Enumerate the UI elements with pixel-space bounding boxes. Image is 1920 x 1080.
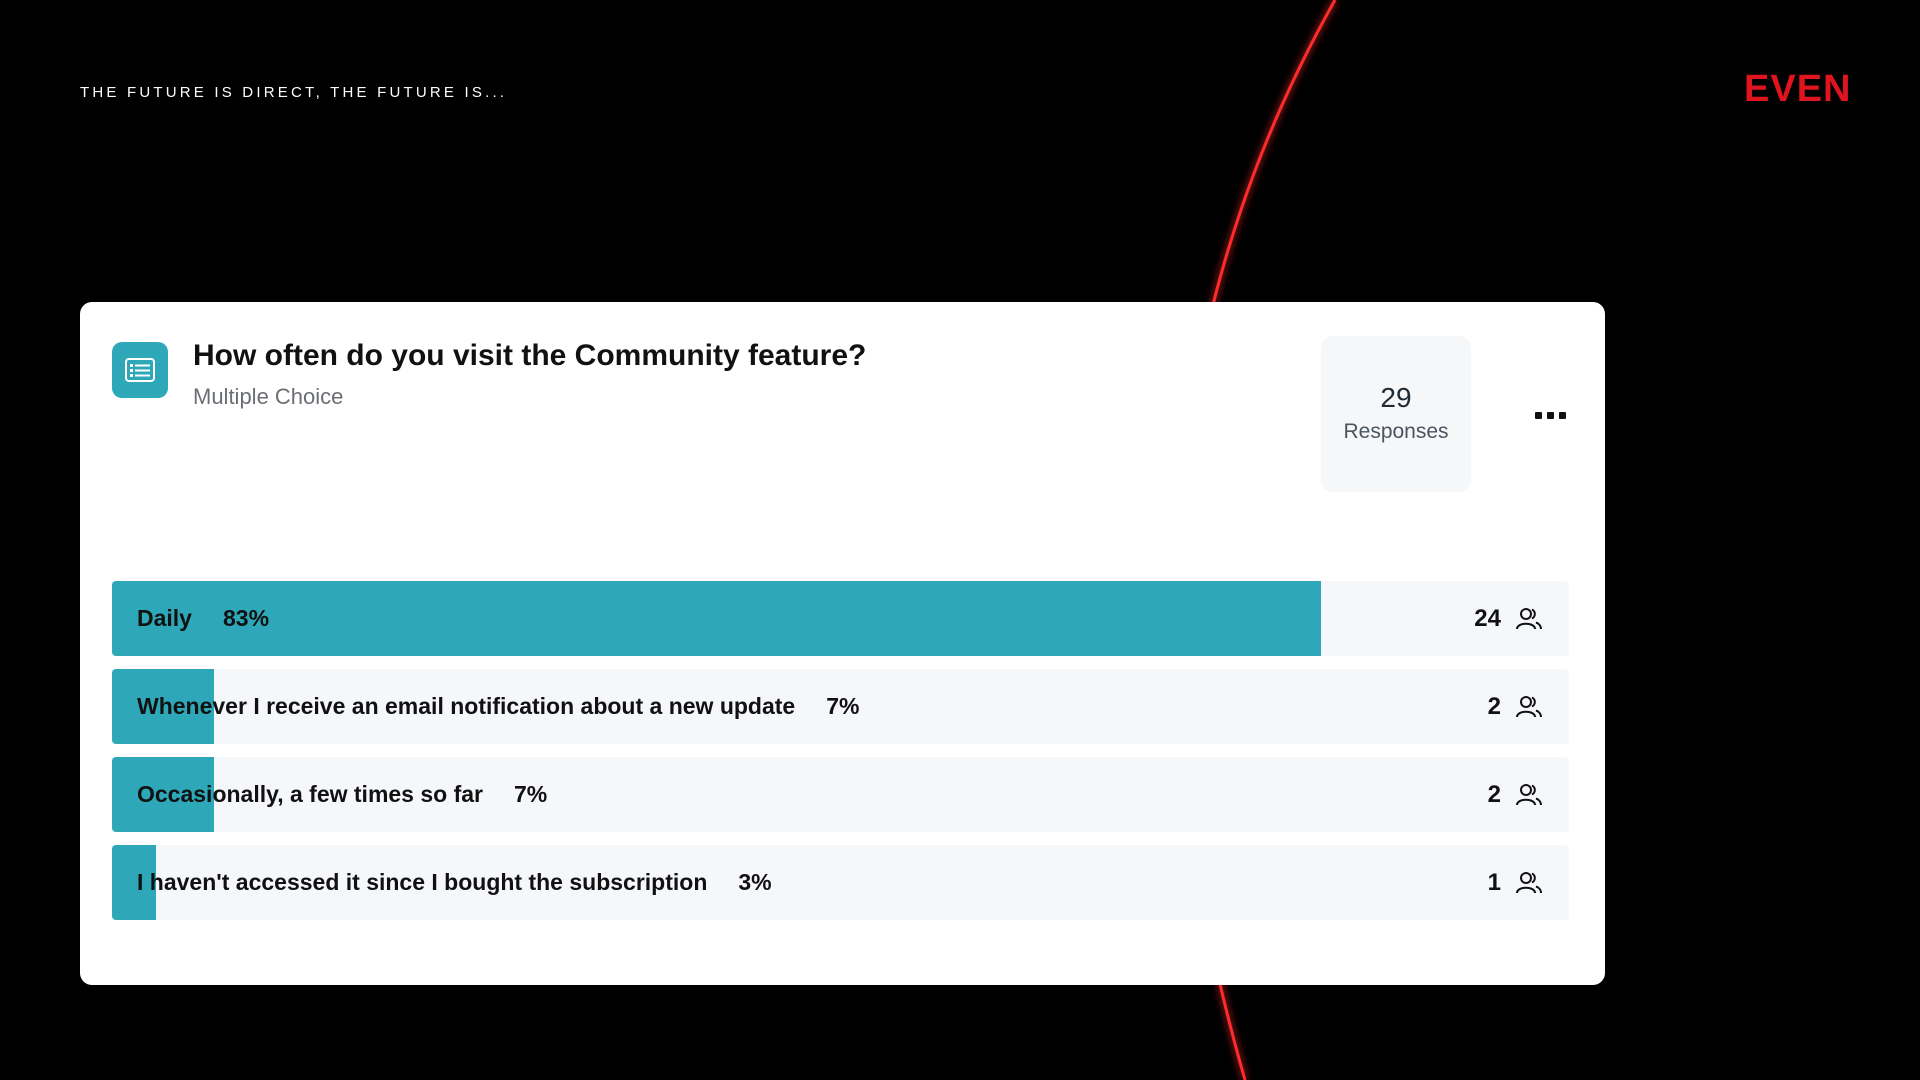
people-icon bbox=[1516, 783, 1542, 805]
question-card: How often do you visit the Community fea… bbox=[80, 302, 1605, 985]
responses-label: Responses bbox=[1343, 420, 1449, 443]
brand-logo: EVEN bbox=[1744, 68, 1852, 110]
question-title: How often do you visit the Community fea… bbox=[193, 339, 867, 372]
people-icon bbox=[1516, 607, 1542, 629]
option-label: I haven't accessed it since I bought the… bbox=[137, 869, 708, 895]
options-list: Daily 83% 24 Whenever I receive an email… bbox=[112, 581, 1569, 933]
option-percent: 83% bbox=[222, 605, 270, 631]
question-type: Multiple Choice bbox=[193, 384, 344, 409]
people-icon bbox=[1516, 695, 1542, 717]
option-label: Whenever I receive an email notification… bbox=[137, 693, 796, 719]
option-row[interactable]: I haven't accessed it since I bought the… bbox=[112, 845, 1569, 920]
option-percent: 3% bbox=[738, 869, 772, 895]
more-options-icon[interactable] bbox=[1525, 402, 1575, 428]
responses-count: 29 bbox=[1380, 382, 1412, 413]
option-row[interactable]: Whenever I receive an email notification… bbox=[112, 669, 1569, 744]
option-count: 1 bbox=[1487, 868, 1501, 896]
people-icon bbox=[1516, 871, 1542, 893]
option-label: Occasionally, a few times so far bbox=[137, 781, 483, 807]
option-percent: 7% bbox=[826, 693, 860, 719]
option-row[interactable]: Occasionally, a few times so far 7% 2 bbox=[112, 757, 1569, 832]
tagline: THE FUTURE IS DIRECT, THE FUTURE IS... bbox=[80, 84, 508, 101]
list-icon bbox=[112, 342, 168, 398]
more-dot bbox=[1534, 411, 1542, 419]
option-row[interactable]: Daily 83% 24 bbox=[112, 581, 1569, 656]
more-dot bbox=[1546, 411, 1554, 419]
option-label: Daily bbox=[137, 605, 192, 631]
option-count: 24 bbox=[1474, 604, 1501, 632]
option-percent: 7% bbox=[514, 781, 548, 807]
responses-summary: 29 Responses bbox=[1321, 336, 1471, 492]
option-fill-bar bbox=[112, 581, 1322, 656]
option-count: 2 bbox=[1487, 780, 1501, 808]
more-dot bbox=[1558, 411, 1566, 419]
option-count: 2 bbox=[1487, 692, 1501, 720]
